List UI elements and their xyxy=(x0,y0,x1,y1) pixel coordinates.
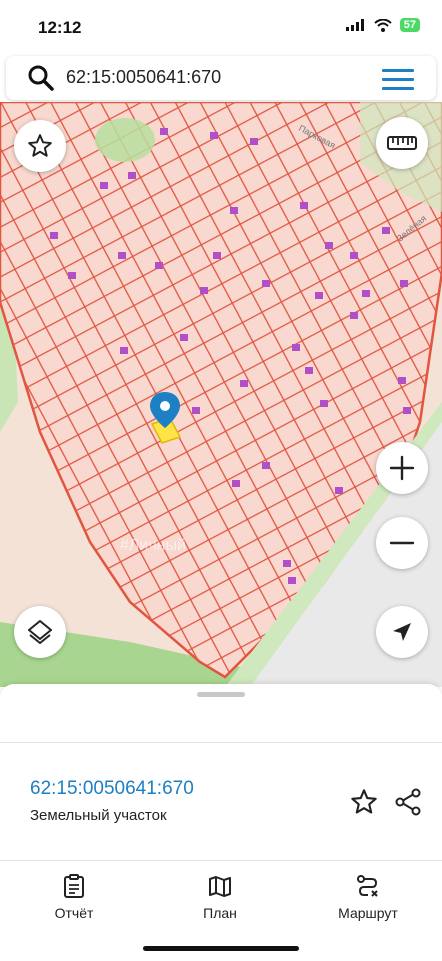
plus-icon xyxy=(389,455,415,481)
status-bar: 12:12 57 xyxy=(0,0,442,56)
hamburger-menu-icon[interactable] xyxy=(382,68,414,90)
star-icon xyxy=(28,134,52,157)
tab-route[interactable]: Маршрут xyxy=(308,873,428,921)
tab-label: Отчёт xyxy=(54,905,94,921)
tab-label: Маршрут xyxy=(338,905,398,921)
bottom-tab-bar: Отчёт План Маршрут xyxy=(0,860,442,961)
star-icon[interactable] xyxy=(350,788,378,816)
signal-icon xyxy=(345,19,364,31)
navigation-arrow-icon xyxy=(393,623,411,641)
status-time: 12:12 xyxy=(38,18,82,37)
battery-indicator: 57 xyxy=(399,18,420,32)
route-icon xyxy=(357,875,378,897)
zoom-in-button[interactable] xyxy=(376,442,428,494)
tab-plan[interactable]: План xyxy=(160,873,280,921)
map-watermark: #Личный xyxy=(120,537,186,554)
search-icon[interactable] xyxy=(28,65,54,91)
sheet-drag-handle[interactable] xyxy=(197,692,245,697)
ruler-icon xyxy=(387,136,417,150)
search-input[interactable]: 62:15:0050641:670 xyxy=(66,67,221,88)
status-icons: 57 xyxy=(345,18,420,32)
map-icon xyxy=(209,876,231,897)
property-type: Земельный участок xyxy=(30,807,167,824)
favorite-button[interactable] xyxy=(14,120,66,172)
report-icon xyxy=(64,874,84,898)
home-indicator xyxy=(143,946,299,951)
wifi-icon xyxy=(374,18,392,32)
share-icon[interactable] xyxy=(394,788,422,816)
my-location-button[interactable] xyxy=(376,606,428,658)
search-bar[interactable]: 62:15:0050641:670 xyxy=(6,56,436,100)
zoom-out-button[interactable] xyxy=(376,517,428,569)
map-canvas[interactable]: Парковая Зелёная #Личный xyxy=(0,102,442,687)
minus-icon xyxy=(389,541,415,545)
layers-button[interactable] xyxy=(14,606,66,658)
property-sheet[interactable]: 62:15:0050641:670 Земельный участок xyxy=(0,684,442,860)
divider xyxy=(0,742,442,743)
tab-label: План xyxy=(203,905,237,921)
cadastral-map[interactable]: Парковая Зелёная #Личный xyxy=(0,102,442,687)
layers-icon xyxy=(28,620,52,644)
cadastral-number[interactable]: 62:15:0050641:670 xyxy=(30,778,194,800)
ruler-button[interactable] xyxy=(376,117,428,169)
tab-report[interactable]: Отчёт xyxy=(14,873,134,921)
